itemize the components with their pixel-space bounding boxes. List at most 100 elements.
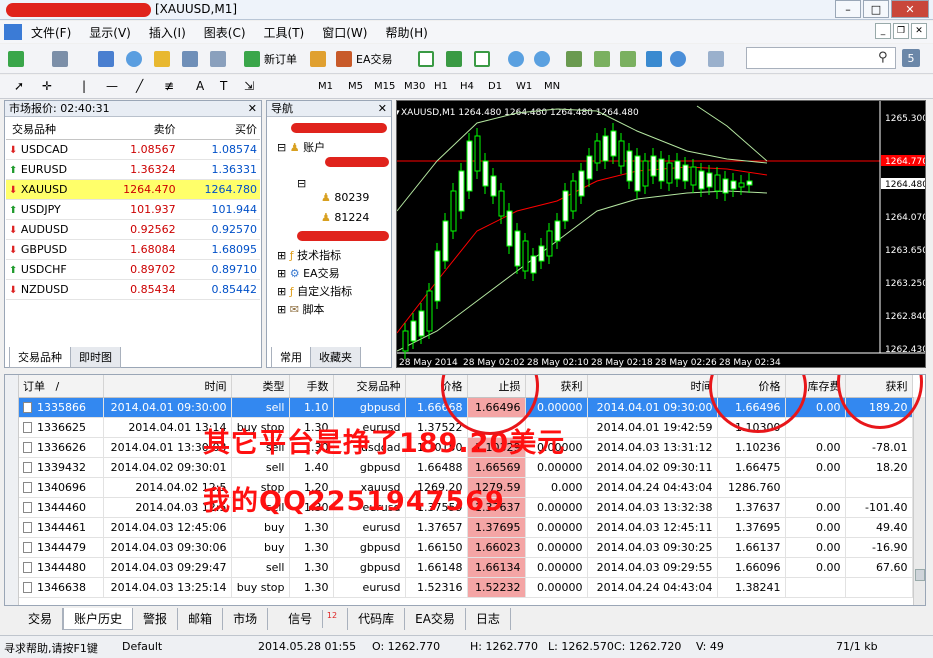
crosshair-icon[interactable]: ✛ bbox=[42, 79, 52, 93]
timeframe-m30[interactable]: M30 bbox=[404, 81, 425, 92]
col-lots[interactable]: 手数 bbox=[289, 375, 334, 398]
col-bid[interactable]: 卖价 bbox=[97, 119, 179, 140]
zoom-in-icon[interactable] bbox=[508, 51, 524, 67]
nav-tree-expander[interactable]: ⊟ bbox=[297, 177, 306, 190]
scrollbar-thumb[interactable] bbox=[915, 569, 925, 581]
mdi-restore-button[interactable]: ❐ bbox=[893, 23, 909, 39]
new-chart-icon[interactable] bbox=[8, 51, 24, 67]
maximize-button[interactable]: □ bbox=[863, 0, 889, 18]
line-chart-icon[interactable] bbox=[474, 51, 490, 67]
chart-menu-icon[interactable]: ▾ bbox=[397, 108, 400, 118]
table-row[interactable]: 1344480 2014.04.03 09:29:47 sell 1.30 gbpusd… bbox=[19, 557, 913, 578]
tab-market[interactable]: 市场 bbox=[223, 608, 269, 630]
profiles-icon[interactable] bbox=[52, 51, 68, 67]
table-row[interactable]: 1346638 2014.04.03 13:25:14 buy stop 1.30 eu… bbox=[19, 577, 913, 598]
market-watch-row[interactable]: ⬆ USDJPY 101.937 101.944 bbox=[6, 199, 260, 220]
metaeditor-icon[interactable] bbox=[310, 51, 326, 67]
menu-tools[interactable]: 工具(T) bbox=[255, 24, 314, 41]
market-watch-row[interactable]: ⬇ AUDUSD 0.92562 0.92570 bbox=[6, 219, 260, 240]
tab-account-history[interactable]: 账户历史 bbox=[63, 608, 134, 630]
menu-window[interactable]: 窗口(W) bbox=[313, 24, 376, 41]
tab-common[interactable]: 常用 bbox=[271, 347, 311, 368]
nav-expert-advisors[interactable]: ⊞ ⚙ EA交易 bbox=[277, 265, 340, 281]
table-row[interactable]: 1344479 2014.04.03 09:30:06 buy 1.30 gbpusd 1… bbox=[19, 537, 913, 558]
market-watch-row[interactable]: ⬆ USDCHF 0.89702 0.89710 bbox=[6, 259, 260, 280]
nav-accounts[interactable]: ⊟ ♟ 账户 bbox=[277, 139, 325, 155]
timeframe-m5[interactable]: M5 bbox=[348, 81, 363, 92]
data-window-icon[interactable] bbox=[126, 51, 142, 67]
market-watch-row[interactable]: ⬇ USDCAD 1.08567 1.08574 bbox=[6, 139, 260, 160]
close-panel-icon[interactable]: ✕ bbox=[248, 101, 257, 117]
tab-journal[interactable]: 日志 bbox=[466, 608, 511, 630]
timeframe-h4[interactable]: H4 bbox=[460, 81, 474, 92]
menu-charts[interactable]: 图表(C) bbox=[195, 24, 255, 41]
mdi-close-button[interactable]: ✕ bbox=[911, 23, 927, 39]
tab-signals[interactable]: 信号 12 bbox=[268, 608, 349, 630]
cursor-icon[interactable]: ➚ bbox=[14, 79, 24, 93]
nav-indicators[interactable]: ⊞ ƒ 技术指标 bbox=[277, 247, 341, 263]
nav-scripts[interactable]: ⊞ ✉ 脚本 bbox=[277, 301, 324, 317]
tile-windows-icon[interactable] bbox=[566, 51, 582, 67]
zoom-out-icon[interactable] bbox=[534, 51, 550, 67]
tab-experts[interactable]: EA交易 bbox=[405, 608, 466, 630]
navigator-icon[interactable] bbox=[154, 51, 170, 67]
nav-account-80239[interactable]: ♟ 80239 bbox=[321, 191, 369, 204]
chart-shift-icon[interactable] bbox=[620, 51, 636, 67]
periods-icon[interactable] bbox=[670, 51, 686, 67]
text-icon[interactable]: A bbox=[196, 79, 204, 93]
price-chart[interactable]: XAUUSD,M1 1264.480 1264.480 1264.480 126… bbox=[396, 100, 926, 368]
timeframe-mn[interactable]: MN bbox=[544, 81, 560, 92]
strategy-tester-icon[interactable] bbox=[210, 51, 226, 67]
market-watch-row[interactable]: ⬇ NZDUSD 0.85434 0.85442 bbox=[6, 279, 260, 300]
col-type[interactable]: 类型 bbox=[231, 375, 290, 398]
menu-view[interactable]: 显示(V) bbox=[80, 24, 140, 41]
templates-icon[interactable] bbox=[708, 51, 724, 67]
market-watch-row[interactable]: ⬇ GBPUSD 1.68084 1.68095 bbox=[6, 239, 260, 260]
timeframe-m15[interactable]: M15 bbox=[374, 81, 395, 92]
scroll-chart-icon[interactable] bbox=[594, 51, 610, 67]
timeframe-m1[interactable]: M1 bbox=[318, 81, 333, 92]
minimize-button[interactable]: – bbox=[835, 0, 861, 18]
table-row[interactable]: 1344461 2014.04.03 12:45:06 buy 1.30 eurusd 1… bbox=[19, 517, 913, 538]
col-order[interactable]: 订单 / bbox=[19, 375, 104, 398]
vertical-line-icon[interactable]: | bbox=[82, 79, 86, 93]
search-input[interactable] bbox=[746, 47, 896, 69]
col-open-time[interactable]: 时间 bbox=[103, 375, 232, 398]
market-watch-icon[interactable] bbox=[98, 51, 114, 67]
bar-chart-icon[interactable] bbox=[418, 51, 434, 67]
tab-code-base[interactable]: 代码库 bbox=[348, 608, 406, 630]
vertical-scrollbar[interactable] bbox=[913, 397, 925, 605]
timeframe-h1[interactable]: H1 bbox=[434, 81, 448, 92]
new-order-button[interactable]: 新订单 bbox=[244, 49, 297, 69]
candlestick-icon[interactable] bbox=[446, 51, 462, 67]
menu-help[interactable]: 帮助(H) bbox=[376, 24, 436, 41]
tab-mailbox[interactable]: 邮箱 bbox=[178, 608, 224, 630]
menu-file[interactable]: 文件(F) bbox=[22, 24, 80, 41]
ea-trade-button[interactable]: EA交易 bbox=[336, 49, 392, 69]
text-label-icon[interactable]: T bbox=[220, 79, 227, 93]
help-icon[interactable]: 5 bbox=[902, 49, 920, 67]
market-watch-row[interactable]: ⬆ EURUSD 1.36324 1.36331 bbox=[6, 159, 260, 180]
trendline-icon[interactable]: ╱ bbox=[136, 79, 143, 93]
table-row[interactable]: 1339432 2014.04.02 09:30:01 sell 1.40 gbpusd… bbox=[19, 457, 913, 478]
nav-account-81224[interactable]: ♟ 81224 bbox=[321, 211, 369, 224]
market-watch-row[interactable]: ⬇ XAUUSD 1264.470 1264.780 bbox=[6, 179, 260, 200]
nav-custom-indicators[interactable]: ⊞ ƒ 自定义指标 bbox=[277, 283, 352, 299]
search-icon[interactable]: ⚲ bbox=[878, 50, 888, 65]
tab-tick-chart[interactable]: 即时图 bbox=[70, 347, 121, 368]
col-close-time[interactable]: 时间 bbox=[587, 375, 718, 398]
menu-insert[interactable]: 插入(I) bbox=[140, 24, 195, 41]
horizontal-line-icon[interactable]: — bbox=[106, 79, 118, 93]
tab-trade[interactable]: 交易 bbox=[18, 608, 64, 630]
mdi-minimize-button[interactable]: _ bbox=[875, 23, 891, 39]
timeframe-d1[interactable]: D1 bbox=[488, 81, 502, 92]
close-navigator-icon[interactable]: ✕ bbox=[378, 101, 387, 117]
tab-alerts[interactable]: 警报 bbox=[133, 608, 179, 630]
fibonacci-icon[interactable]: ≢ bbox=[164, 79, 174, 93]
indicators-icon[interactable] bbox=[646, 51, 662, 67]
col-symbol[interactable]: 交易品种 bbox=[6, 119, 98, 140]
terminal-icon[interactable] bbox=[182, 51, 198, 67]
col-symbol[interactable]: 交易品种 bbox=[333, 375, 406, 398]
arrows-icon[interactable]: ⇲ bbox=[244, 79, 254, 93]
col-ask[interactable]: 买价 bbox=[178, 119, 260, 140]
